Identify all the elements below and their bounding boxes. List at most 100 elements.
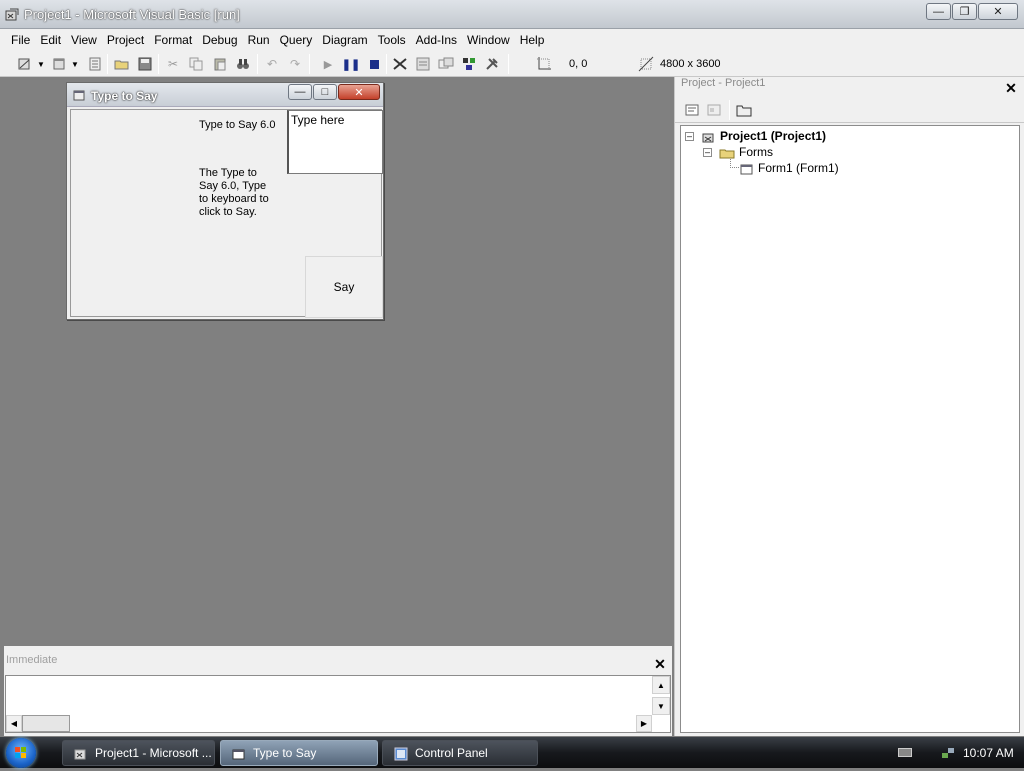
menu-tools[interactable]: Tools	[373, 33, 411, 47]
add-form-button[interactable]	[50, 55, 68, 73]
taskbar-item-label: Project1 - Microsoft ...	[95, 746, 212, 760]
tree-collapse-icon[interactable]: –	[685, 132, 694, 141]
redo-icon: ↷	[289, 57, 301, 71]
tree-item-project[interactable]: Project1 (Project1)	[720, 129, 826, 143]
menu-editor-button[interactable]	[86, 55, 104, 73]
menu-window[interactable]: Window	[462, 33, 515, 47]
open-project-button[interactable]	[113, 55, 131, 73]
menu-view[interactable]: View	[66, 33, 102, 47]
add-form-dropdown[interactable]: ▼	[70, 55, 80, 73]
close-icon: ✕	[354, 86, 364, 99]
form-close-button[interactable]: ✕	[338, 84, 380, 100]
form-layout-icon	[438, 57, 454, 69]
arrow-down-icon: ▼	[657, 701, 665, 711]
minimize-icon: —	[294, 86, 306, 98]
clock[interactable]: 10:07 AM	[963, 746, 1014, 760]
project-explorer-icon	[393, 58, 407, 70]
scroll-up-button[interactable]: ▲	[652, 676, 670, 694]
view-code-button[interactable]	[683, 101, 701, 119]
form-icon	[73, 90, 85, 101]
menu-help[interactable]: Help	[515, 33, 550, 47]
tree-item-form1[interactable]: Form1 (Form1)	[758, 161, 839, 175]
close-button[interactable]: ✕	[978, 3, 1018, 20]
start-button[interactable]: ▶	[319, 55, 337, 73]
taskbar-item-type-to-say[interactable]: Type to Say	[220, 740, 378, 766]
toolbar-separator	[729, 100, 730, 120]
maximize-button[interactable]: ❐	[952, 3, 977, 20]
break-button[interactable]: ❚❚	[342, 55, 360, 73]
add-project-icon	[18, 58, 30, 70]
minimize-button[interactable]: —	[926, 3, 951, 20]
add-form-icon	[53, 58, 65, 70]
form-layout-button[interactable]	[437, 55, 455, 73]
chevron-down-icon: ▼	[71, 59, 79, 69]
pause-icon: ❚❚	[341, 58, 361, 71]
copy-button[interactable]	[187, 55, 205, 73]
menu-addins[interactable]: Add-Ins	[411, 33, 462, 47]
toggle-folders-button[interactable]	[735, 101, 753, 119]
type-to-say-form[interactable]: Type to Say — □ ✕ Type to Say 6.0 The Ty…	[66, 82, 384, 320]
standard-toolbar: ▼ ▼ ✂ ↶ ↷ ▶ ❚❚ 0, 0 4800 x 3600	[0, 51, 1024, 77]
tree-item-forms-folder[interactable]: Forms	[739, 145, 773, 159]
immediate-input-area[interactable]: ▲ ▼ ◀ ▶	[5, 675, 671, 733]
windows-logo-icon	[15, 747, 26, 758]
start-button[interactable]	[6, 738, 36, 768]
menu-edit[interactable]: Edit	[35, 33, 66, 47]
scroll-left-button[interactable]: ◀	[6, 715, 22, 732]
taskbar-item-vb[interactable]: Project1 - Microsoft ...	[62, 740, 215, 766]
save-project-button[interactable]	[136, 55, 154, 73]
taskbar-item-control-panel[interactable]: Control Panel	[382, 740, 538, 766]
properties-window-button[interactable]	[414, 55, 432, 73]
form-title-bar[interactable]: Type to Say — □ ✕	[67, 83, 383, 107]
properties-icon	[416, 57, 430, 71]
project-explorer-close-button[interactable]: ✕	[1003, 80, 1019, 96]
arrow-right-icon: ▶	[640, 719, 648, 728]
project-explorer-button[interactable]	[391, 55, 409, 73]
immediate-window-title: Immediate	[6, 654, 58, 666]
horizontal-scroll-thumb[interactable]	[22, 715, 70, 732]
add-project-button[interactable]	[16, 55, 34, 73]
add-project-dropdown[interactable]: ▼	[36, 55, 46, 73]
tree-connector	[730, 167, 739, 168]
menu-diagram[interactable]: Diagram	[317, 33, 372, 47]
keyboard-tray-icon[interactable]	[898, 748, 912, 757]
menu-bar: File Edit View Project Format Debug Run …	[0, 29, 1024, 51]
menu-format[interactable]: Format	[149, 33, 197, 47]
form-client-area: Type to Say 6.0 The Type to Say 6.0, Typ…	[70, 109, 383, 318]
cut-button[interactable]: ✂	[164, 55, 182, 73]
network-tray-icon[interactable]	[940, 745, 956, 761]
scroll-down-button[interactable]: ▼	[652, 697, 670, 715]
stop-icon	[369, 59, 379, 69]
form-maximize-button[interactable]: □	[313, 84, 337, 100]
project-icon	[702, 133, 714, 143]
end-button[interactable]	[365, 55, 383, 73]
play-icon: ▶	[323, 58, 333, 71]
undo-button[interactable]: ↶	[263, 55, 281, 73]
speech-text-input[interactable]: Type here	[287, 110, 383, 174]
scroll-right-button[interactable]: ▶	[636, 715, 652, 732]
immediate-window: Immediate ✕ ▲ ▼ ◀ ▶	[4, 646, 672, 736]
object-browser-icon	[463, 58, 475, 70]
menu-query[interactable]: Query	[275, 33, 318, 47]
version-label: Type to Say 6.0	[199, 119, 276, 131]
view-code-icon	[685, 104, 699, 116]
form-minimize-button[interactable]: —	[288, 84, 312, 100]
menu-run[interactable]: Run	[243, 33, 275, 47]
maximize-icon: □	[321, 86, 329, 98]
say-button[interactable]: Say	[305, 256, 383, 318]
title-bar: Project1 - Microsoft Visual Basic [run] …	[0, 0, 1024, 29]
menu-debug[interactable]: Debug	[197, 33, 242, 47]
toolbox-button[interactable]	[483, 55, 501, 73]
menu-file[interactable]: File	[6, 33, 35, 47]
view-object-button[interactable]	[705, 101, 723, 119]
form-icon	[232, 749, 245, 760]
object-browser-button[interactable]	[460, 55, 478, 73]
project-tree: – Project1 (Project1) – Forms Form1 (For…	[680, 125, 1020, 733]
binoculars-icon	[237, 59, 249, 69]
redo-button[interactable]: ↷	[286, 55, 304, 73]
find-button[interactable]	[234, 55, 252, 73]
menu-project[interactable]: Project	[102, 33, 149, 47]
paste-button[interactable]	[211, 55, 229, 73]
immediate-close-button[interactable]: ✕	[652, 656, 668, 672]
tree-collapse-icon[interactable]: –	[703, 148, 712, 157]
